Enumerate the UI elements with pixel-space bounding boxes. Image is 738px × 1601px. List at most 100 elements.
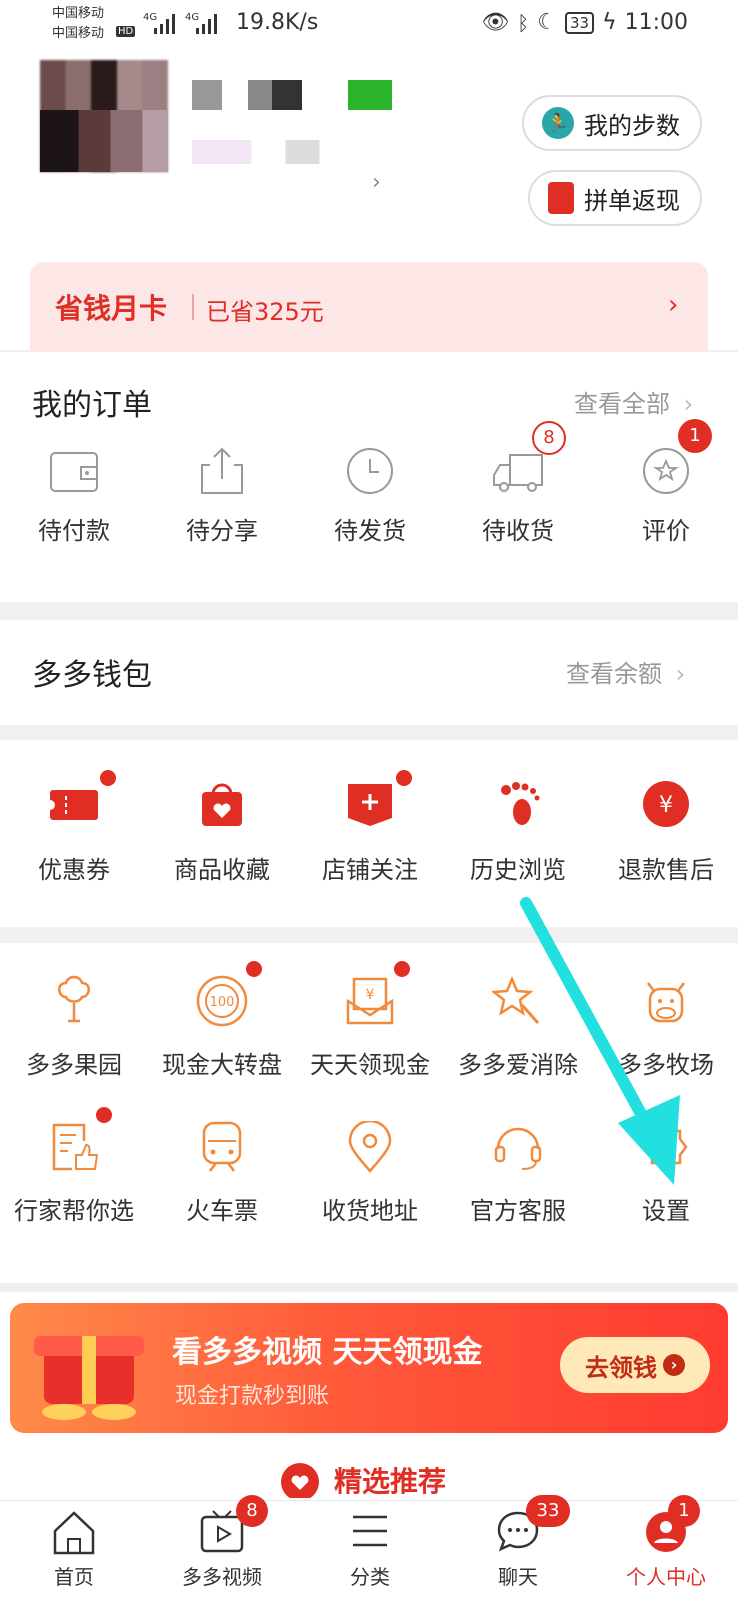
cash-envelope-icon: ¥ [346,977,394,1025]
service-history[interactable]: 历史浏览 [444,780,592,885]
order-badge: 1 [678,419,712,453]
chevron-right-icon: › [683,390,694,418]
chevron-right-icon: › [668,290,679,320]
my-steps-button[interactable]: 🏃 我的步数 [522,95,702,151]
service-label: 多多果园 [26,1051,122,1079]
recommend-title: 精选推荐 [334,1465,447,1498]
username-blurred[interactable] [192,80,392,110]
nav-home[interactable]: 首页 [4,1509,144,1590]
group-cashback-label: 拼单返现 [584,186,680,215]
arrow-right-icon: › [663,1354,685,1376]
status-bar: 中国移动 中国移动 HD 4G 4G 19.8K/s 👁 ᛒ ☾ 33 ϟ 11… [0,0,738,50]
order-label: 待分享 [186,517,258,545]
service-label: 商品收藏 [174,856,270,884]
bluetooth-icon: ᛒ [517,10,530,35]
refund-icon: ¥ [643,781,689,827]
home-icon [53,1511,95,1555]
service-orchard[interactable]: 多多果园 [0,975,148,1080]
coupon-icon [48,790,98,820]
divider [192,294,194,320]
favorite-bag-icon [202,783,242,826]
chevron-right-icon[interactable]: › [372,170,381,195]
order-pending-receive[interactable]: 待收货 8 [444,421,592,546]
view-all-orders-link[interactable]: 查看全部 › [574,384,693,419]
nav-category[interactable]: 分类 [300,1509,440,1590]
recommend-section: 精选推荐 [0,1452,738,1502]
charging-icon: ϟ [602,10,617,35]
get-cash-button[interactable]: 去领钱 › [560,1337,710,1393]
new-dot [100,770,116,786]
moon-icon: ☾ [537,10,557,35]
service-wheel[interactable]: 100 现金大转盘 [148,961,296,1080]
get-cash-label: 去领钱 [585,1353,657,1382]
service-refund[interactable]: ¥ 退款售后 [592,780,738,885]
signal-icon-2 [196,14,217,34]
service-train-ticket[interactable]: 火车票 [148,1121,296,1226]
carrier-label-2: 中国移动 [52,26,105,41]
service-daily-cash[interactable]: ¥ 天天领现金 [296,961,444,1080]
svg-text:¥: ¥ [659,793,673,818]
service-address[interactable]: 收货地址 [296,1121,444,1226]
service-label: 店铺关注 [322,856,418,884]
nav-badge: 33 [526,1495,570,1527]
service-label: 火车票 [186,1197,258,1225]
service-store-follow[interactable]: 店铺关注 [296,770,444,885]
clock-time: 11:00 [624,10,688,35]
bottom-nav: 首页 多多视频 8 分类 聊天 33 个人中心 1 [0,1495,738,1601]
tree-icon [58,975,90,1023]
order-label: 评价 [642,517,690,545]
store-follow-icon [348,784,392,826]
view-balance-link[interactable]: 查看余额 › [566,654,685,689]
order-pending-ship[interactable]: 待发货 [296,447,444,546]
my-steps-label: 我的步数 [584,111,680,140]
train-icon [202,1121,242,1172]
service-label: 行家帮你选 [14,1197,134,1225]
service-favorites[interactable]: 商品收藏 [148,780,296,885]
carrier-label: 中国移动 [52,6,105,21]
service-label: 收货地址 [322,1197,418,1225]
network-speed: 19.8K/s [236,10,319,35]
wallet-icon [50,452,98,492]
monthly-card-saved: 已省325元 [206,298,324,326]
hd-badge: HD [116,26,136,37]
nav-profile[interactable]: 个人中心 1 [596,1495,736,1590]
truck-icon [493,454,543,492]
service-coupons[interactable]: 优惠券 [0,770,148,885]
new-dot [246,961,262,977]
gift-box-icon [34,1336,144,1420]
clock-icon [347,448,393,494]
nav-chat[interactable]: 聊天 33 [448,1495,588,1590]
order-badge: 8 [532,421,566,455]
order-review[interactable]: 评价 1 [592,419,738,546]
category-icon [353,1515,387,1547]
footprint-icon [501,782,540,825]
order-label: 待收货 [482,517,554,545]
signal-icon [154,14,175,34]
new-dot [394,961,410,977]
wheel-icon: 100 [196,975,248,1027]
nav-label: 分类 [350,1565,390,1589]
chevron-right-icon: › [675,660,686,688]
group-cashback-button[interactable]: 拼单返现 [528,170,702,226]
star-review-icon [643,448,689,494]
order-pending-payment[interactable]: 待付款 [0,447,148,546]
nav-label: 首页 [54,1565,94,1589]
order-pending-share[interactable]: 待分享 [148,447,296,546]
battery-level: 33 [564,11,595,34]
nav-badge: 8 [236,1495,268,1527]
view-balance-label: 查看余额 [566,660,662,688]
nav-video[interactable]: 多多视频 8 [152,1495,292,1590]
annotation-arrow-icon [520,897,680,1185]
view-all-label: 查看全部 [574,390,670,418]
service-expert-pick[interactable]: 行家帮你选 [0,1107,148,1226]
nav-badge: 1 [668,1495,700,1527]
service-label: 天天领现金 [310,1051,430,1079]
svg-text:100: 100 [210,995,235,1010]
wallet-section[interactable]: 多多钱包 查看余额 › [0,620,738,725]
nav-label: 多多视频 [182,1565,262,1589]
status-right: 👁 ᛒ ☾ 33 ϟ 11:00 [481,10,688,35]
heart-icon [281,1463,319,1498]
order-label: 待付款 [38,517,110,545]
nav-label: 聊天 [498,1565,538,1589]
user-info-blurred [192,140,362,164]
